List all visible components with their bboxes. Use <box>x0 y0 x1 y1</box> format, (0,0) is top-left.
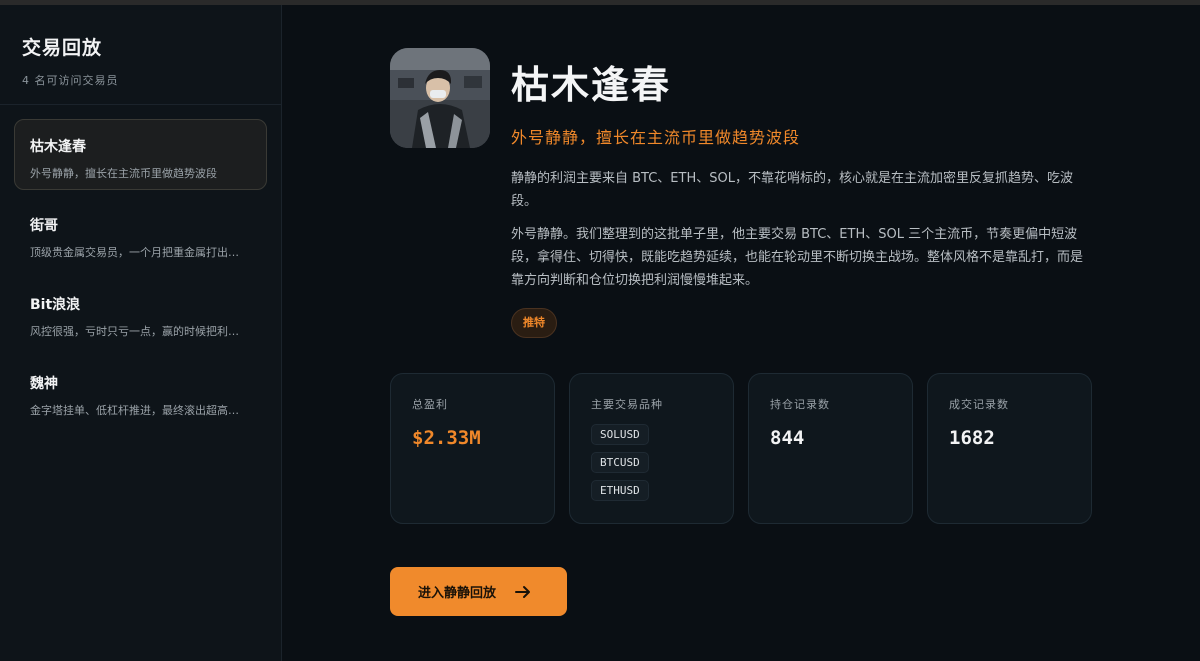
stat-label: 成交记录数 <box>949 398 1009 411</box>
symbol-chip: SOLUSD <box>591 424 649 445</box>
trader-item-kumu[interactable]: 枯木逢春 外号静静，擅长在主流币里做趋势波段 <box>14 119 267 190</box>
trader-tagline: 外号静静，擅长在主流币里做趋势波段 <box>511 128 801 147</box>
stat-card-profit: 总盈利 $2.33M <box>390 373 555 524</box>
twitter-tag-button[interactable]: 推特 <box>511 308 557 338</box>
stat-card-symbols: 主要交易品种 SOLUSD BTCUSD ETHUSD <box>569 373 734 524</box>
trader-name: Bit浪浪 <box>30 297 81 313</box>
trader-desc: 外号静静，擅长在主流币里做趋势波段 <box>30 167 217 180</box>
page-title: 枯木逢春 <box>511 63 672 107</box>
stat-label: 持仓记录数 <box>770 398 830 411</box>
stat-value-positions: 844 <box>770 427 805 449</box>
sidebar: 交易回放 4 名可访问交易员 枯木逢春 外号静静，擅长在主流币里做趋势波段 街哥… <box>0 5 282 661</box>
trader-item-weishen[interactable]: 魏神 金字塔挂单、低杠杆推进，最终滚出超高… <box>14 356 267 427</box>
enter-replay-label: 进入静静回放 <box>418 586 497 601</box>
trader-name: 枯木逢春 <box>30 139 86 155</box>
stat-value-profit: $2.33M <box>412 427 481 449</box>
trader-desc: 顶级贵金属交易员，一个月把重金属打出… <box>30 246 239 259</box>
trader-detail: 枯木逢春 外号静静，擅长在主流币里做趋势波段 静静的利润主要来自 BTC、ETH… <box>282 5 1200 661</box>
arrow-right-icon <box>515 585 531 598</box>
trader-item-jiege[interactable]: 街哥 顶级贵金属交易员，一个月把重金属打出… <box>14 198 267 269</box>
avatar <box>390 48 490 148</box>
trader-name: 魏神 <box>30 376 58 392</box>
sidebar-header: 交易回放 4 名可访问交易员 <box>0 5 281 105</box>
avatar-photo-icon <box>390 48 490 148</box>
symbol-chip: ETHUSD <box>591 480 649 501</box>
description-paragraph: 外号静静。我们整理到的这批单子里，他主要交易 BTC、ETH、SOL 三个主流币… <box>511 227 1084 288</box>
symbol-list: SOLUSD BTCUSD ETHUSD <box>591 424 733 501</box>
trader-list: 枯木逢春 外号静静，擅长在主流币里做趋势波段 街哥 顶级贵金属交易员，一个月把重… <box>0 105 281 427</box>
sidebar-title: 交易回放 <box>22 37 103 59</box>
trader-item-bitlanglang[interactable]: Bit浪浪 风控很强，亏时只亏一点，赢的时候把利… <box>14 277 267 348</box>
stat-label: 主要交易品种 <box>591 398 663 411</box>
enter-replay-button[interactable]: 进入静静回放 <box>390 567 567 616</box>
stat-card-trades: 成交记录数 1682 <box>927 373 1092 524</box>
trader-desc: 金字塔挂单、低杠杆推进，最终滚出超高… <box>30 404 239 417</box>
trader-name: 街哥 <box>30 218 58 234</box>
app-root: 交易回放 4 名可访问交易员 枯木逢春 外号静静，擅长在主流币里做趋势波段 街哥… <box>0 5 1200 661</box>
stat-card-positions: 持仓记录数 844 <box>748 373 913 524</box>
symbol-chip: BTCUSD <box>591 452 649 473</box>
summary-paragraph: 静静的利润主要来自 BTC、ETH、SOL，不靠花哨标的，核心就是在主流加密里反… <box>511 171 1073 209</box>
stat-label: 总盈利 <box>412 398 448 411</box>
sidebar-subtitle: 4 名可访问交易员 <box>22 74 119 87</box>
trader-desc: 风控很强，亏时只亏一点，赢的时候把利… <box>30 325 239 338</box>
stat-value-trades: 1682 <box>949 427 995 449</box>
